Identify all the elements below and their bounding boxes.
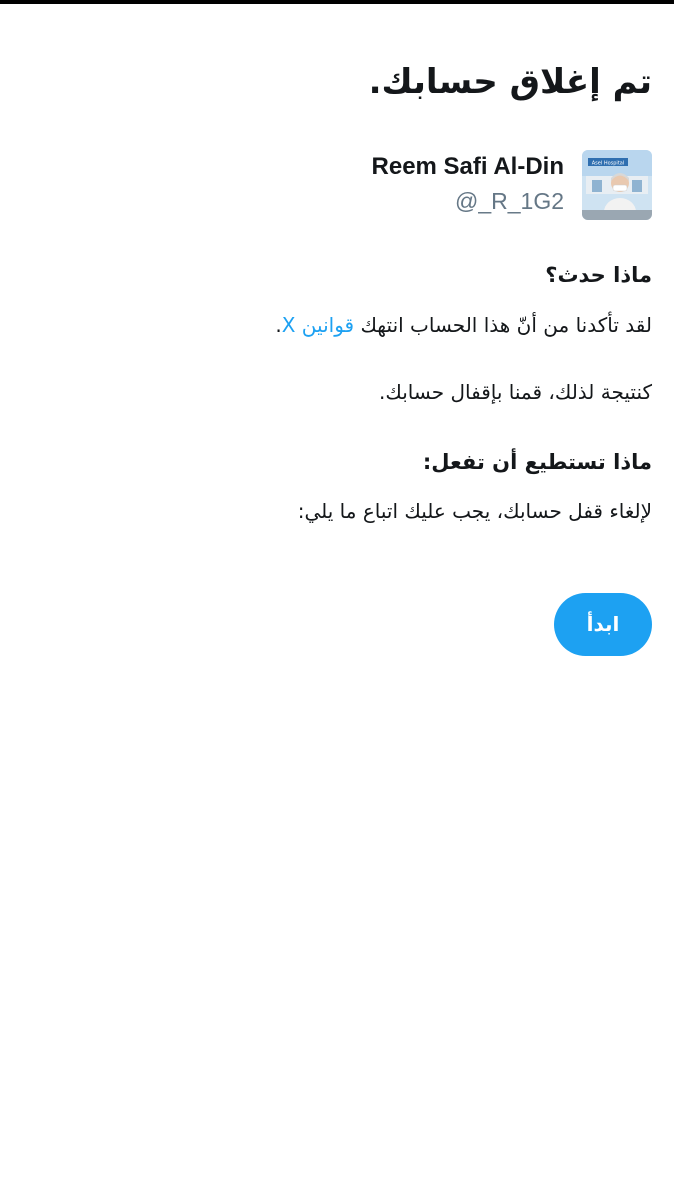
display-name: Reem Safi Al-Din: [371, 153, 564, 180]
violation-text: لقد تأكدنا من أنّ هذا الحساب انتهك قواني…: [275, 310, 652, 340]
what-happened-heading: ماذا حدث؟: [545, 263, 652, 287]
unlock-instructions-text: لإلغاء قفل حسابك، يجب عليك اتباع ما يلي:: [297, 499, 652, 523]
start-button[interactable]: ابدأ: [554, 593, 652, 656]
profile-card: Asel Hospital Reem Safi Al-Din @_R_1G2: [372, 150, 652, 220]
x-rules-link[interactable]: قوانين X: [282, 313, 354, 337]
user-handle: @_R_1G2: [454, 188, 564, 214]
page-title: تم إغلاق حسابك.: [368, 62, 652, 102]
avatar-sign-text: Asel Hospital: [592, 161, 624, 167]
violation-text-main: لقد تأكدنا من أنّ هذا الحساب انتهك: [360, 313, 652, 337]
top-status-bar: [0, 0, 674, 4]
avatar: Asel Hospital: [582, 150, 652, 220]
what-to-do-heading: ماذا تستطيع أن تفعل:: [422, 450, 652, 474]
result-text: كنتيجة لذلك، قمنا بإقفال حسابك.: [379, 380, 652, 404]
profile-names: Reem Safi Al-Din @_R_1G2: [372, 150, 564, 216]
